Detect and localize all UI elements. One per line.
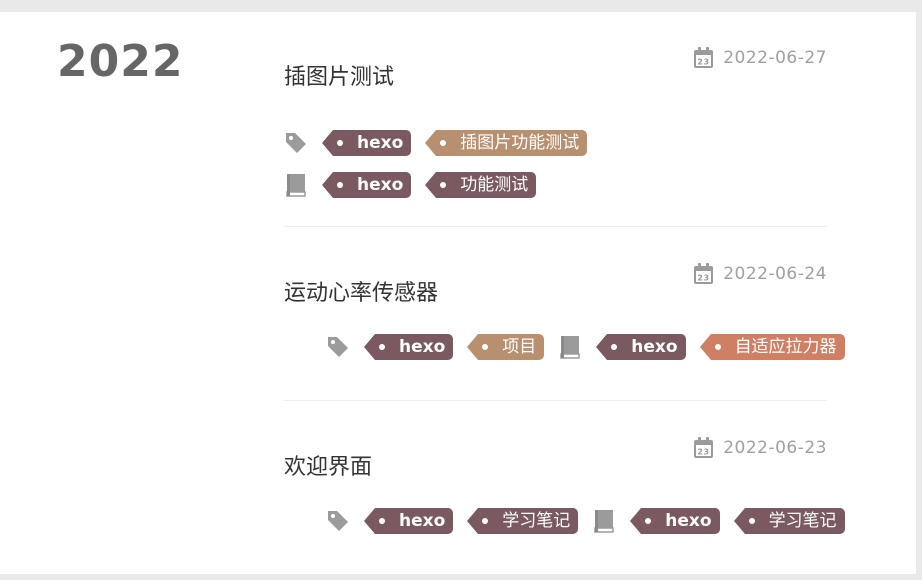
tag-icon	[328, 511, 348, 531]
category-chip[interactable]: hexo	[596, 334, 686, 360]
post-title-link[interactable]: 运动心率传感器	[284, 275, 438, 307]
post-title-link[interactable]: 插图片测试	[284, 59, 394, 91]
tag-chip[interactable]: 学习笔记	[467, 508, 579, 534]
tag-chip[interactable]: 项目	[467, 334, 545, 360]
post-title-link[interactable]: 欢迎界面	[284, 449, 372, 481]
category-chip[interactable]: 学习笔记	[733, 508, 845, 534]
post-divider	[284, 226, 827, 227]
post-item: 运动心率传感器 23 2022-06-24 hexo 项目 hexo 自适应拉力…	[284, 263, 845, 363]
post-date-text: 2022-06-23	[723, 438, 827, 458]
category-chip[interactable]: 功能测试	[425, 172, 537, 198]
book-icon	[560, 336, 581, 359]
post-date: 23 2022-06-24	[693, 263, 827, 285]
post-meta-row: hexo 项目 hexo 自适应拉力器	[326, 334, 845, 360]
tag-icon	[286, 133, 306, 153]
calendar-icon: 23	[694, 263, 714, 284]
svg-text:23: 23	[698, 58, 710, 67]
tag-icon	[328, 337, 348, 357]
category-chip[interactable]: 自适应拉力器	[699, 334, 845, 360]
tag-chip[interactable]: 插图片功能测试	[425, 130, 588, 156]
post-item: 插图片测试 23 2022-06-27 hexo 插图片功能测试 hexo 功能…	[284, 47, 827, 207]
calendar-icon: 23	[694, 437, 714, 458]
tag-chip[interactable]: hexo	[363, 334, 454, 360]
post-tags-row: hexo 插图片功能测试	[284, 130, 601, 156]
post-date-text: 2022-06-24	[723, 264, 827, 284]
post-item: 欢迎界面 23 2022-06-23 hexo 学习笔记 hexo 学习笔记	[284, 437, 845, 537]
category-chip[interactable]: hexo	[630, 508, 720, 534]
tag-chip[interactable]: hexo	[363, 508, 454, 534]
svg-text:23: 23	[698, 274, 710, 283]
category-chip[interactable]: hexo	[321, 172, 412, 198]
book-icon	[594, 510, 615, 533]
post-date: 23 2022-06-27	[693, 47, 827, 69]
post-date: 23 2022-06-23	[693, 437, 827, 459]
archive-year: 2022	[57, 36, 184, 87]
post-date-text: 2022-06-27	[723, 48, 827, 68]
svg-text:23: 23	[698, 448, 710, 457]
book-icon	[286, 174, 306, 197]
post-meta-row: hexo 学习笔记 hexo 学习笔记	[326, 508, 845, 534]
calendar-icon: 23	[694, 47, 714, 68]
tag-chip[interactable]: hexo	[321, 130, 412, 156]
archive-card: 2022 插图片测试 23 2022-06-27 hexo 插图片功能测试 he…	[0, 12, 916, 574]
post-divider	[284, 400, 827, 401]
post-categories-row: hexo 功能测试	[284, 172, 550, 198]
